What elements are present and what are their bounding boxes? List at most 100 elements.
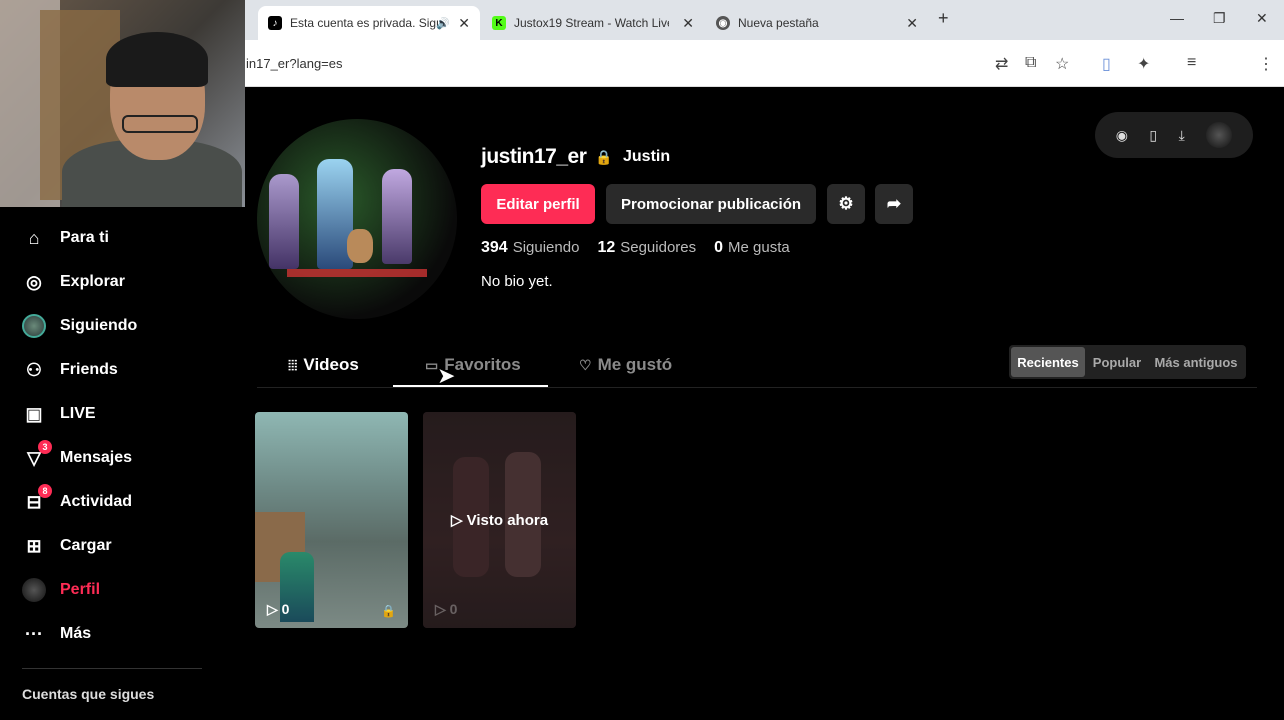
tiktok-coin-icon[interactable]: ◉ — [1116, 127, 1128, 144]
sidebar-item-friends[interactable]: ⚇ Friends — [22, 358, 118, 382]
view-count-value: 0 — [449, 601, 458, 617]
share-icon[interactable]: ➦ — [875, 184, 913, 224]
settings-gear-icon[interactable]: ⚙ — [827, 184, 865, 224]
sidebar-item-label: Cargar — [60, 537, 112, 554]
sidebar-item-siguiendo[interactable]: Siguiendo — [22, 314, 137, 338]
webcam-overlay — [0, 0, 245, 207]
heart-icon: ♡ — [579, 356, 592, 373]
play-icon: ▷ — [267, 601, 282, 617]
close-window-icon[interactable]: ✕ — [1256, 10, 1268, 27]
sidebar-item-label: Explorar — [60, 273, 125, 290]
notification-badge: 8 — [38, 484, 52, 498]
sort-popular[interactable]: Popular — [1089, 347, 1145, 377]
menu-kebab-icon[interactable]: ⋮ — [1258, 54, 1274, 74]
kick-icon: K — [492, 16, 506, 30]
sidebar: ⌂ Para ti ◎ Explorar Siguiendo ⚇ Friends… — [0, 207, 245, 720]
stat-label: Seguidores — [620, 239, 697, 256]
profile-nickname: Justin — [623, 148, 671, 165]
extension-doc-icon[interactable]: ▯ — [1102, 54, 1111, 74]
minimize-icon[interactable]: — — [1170, 10, 1184, 26]
tab-title: Nueva pestaña — [738, 16, 819, 30]
view-count-value: 0 — [281, 601, 290, 617]
profile-avatar-icon — [22, 578, 46, 602]
phone-icon[interactable]: ▯ — [1149, 127, 1157, 144]
tab-title: Esta cuenta es privada. Sigu — [290, 16, 443, 30]
sidebar-item-label: Friends — [60, 361, 118, 378]
lock-icon: 🔒 — [381, 604, 396, 618]
browser-tab-tiktok[interactable]: ♪ Esta cuenta es privada. Sigu 🔊 ✕ — [258, 6, 480, 40]
browser-tab-new[interactable]: ◉ Nueva pestaña ✕ — [706, 6, 928, 40]
stat-label: Siguiendo — [512, 239, 580, 256]
extensions-puzzle-icon[interactable]: ✦ — [1137, 54, 1150, 74]
lock-icon: 🔒 — [595, 149, 613, 165]
chrome-icon: ◉ — [716, 16, 730, 30]
sidebar-item-label: Siguiendo — [60, 317, 138, 334]
compass-icon: ◎ — [26, 271, 42, 292]
close-tab-icon[interactable]: ✕ — [682, 15, 694, 32]
sidebar-item-label: Actividad — [60, 493, 133, 510]
sort-toggle-group: Recientes Popular Más antiguos — [1009, 345, 1246, 379]
view-count: ▷ 0 — [267, 601, 289, 618]
divider — [22, 668, 202, 669]
sidebar-item-mensajes[interactable]: ▽ 3 Mensajes — [22, 440, 133, 470]
stat-following[interactable]: 394 Siguiendo — [481, 239, 579, 257]
sidebar-item-perfil[interactable]: Perfil — [22, 578, 100, 602]
grid-icon: ⦙⦙⦙ — [288, 356, 298, 373]
mouse-cursor-icon: ➤ — [437, 363, 456, 388]
video-thumbnail[interactable]: ▷ 0 🔒 — [255, 412, 408, 628]
following-accounts-heading: Cuentas que sigues — [22, 686, 155, 702]
profile-username: justin17_er — [481, 145, 587, 168]
sidebar-item-actividad[interactable]: ⊟ 8 Actividad — [22, 484, 133, 514]
sort-recientes[interactable]: Recientes — [1011, 347, 1085, 377]
home-icon: ⌂ — [28, 227, 40, 248]
notification-badge: 3 — [38, 440, 52, 454]
profile-avatar[interactable] — [257, 119, 457, 319]
stat-followers[interactable]: 12 Seguidores — [597, 239, 696, 257]
restore-icon[interactable]: ❐ — [1213, 10, 1226, 27]
tab-me-gusto[interactable]: ♡ Me gustó — [579, 355, 672, 375]
mini-avatar-icon[interactable] — [1206, 122, 1233, 148]
sort-mas-antiguos[interactable]: Más antiguos — [1149, 347, 1243, 377]
following-avatar-icon — [22, 314, 46, 338]
watched-overlay: ▷ Visto ahora — [423, 412, 576, 628]
profile-main: justin17_er 🔒 Justin Editar perfil Promo… — [245, 87, 1284, 720]
edit-profile-button[interactable]: Editar perfil — [481, 184, 595, 224]
sidebar-item-cargar[interactable]: ⊞ Cargar — [22, 534, 112, 558]
view-count: ▷ 0 — [435, 601, 458, 617]
promote-post-button[interactable]: Promocionar publicación — [606, 184, 816, 224]
stat-value: 394 — [481, 239, 508, 256]
close-tab-icon[interactable]: ✕ — [906, 15, 918, 32]
sidebar-item-label: Para ti — [60, 229, 109, 246]
video-thumbnail[interactable]: ▷ Visto ahora ▷ 0 — [423, 412, 576, 628]
sidebar-item-live[interactable]: ▣ LIVE — [22, 402, 95, 426]
speaker-icon[interactable]: 🔊 — [436, 17, 450, 30]
tab-label: Favoritos — [444, 355, 521, 374]
tabs-divider — [257, 387, 1257, 388]
floating-toolbar: ◉ ▯ ⤓ — [1095, 112, 1253, 158]
profile-bio: No bio yet. — [481, 273, 553, 290]
download-icon[interactable]: ⤓ — [1179, 127, 1185, 144]
tab-videos[interactable]: ⦙⦙⦙ Videos — [288, 355, 359, 375]
tiktok-icon: ♪ — [268, 16, 282, 30]
stat-value: 0 — [714, 239, 724, 256]
media-controls-icon[interactable]: ≡ — [1187, 54, 1196, 72]
stat-likes: 0 Me gusta — [714, 239, 790, 257]
sidebar-item-explorar[interactable]: ◎ Explorar — [22, 270, 125, 294]
new-tab-button[interactable]: + — [938, 8, 949, 29]
watched-label: Visto ahora — [466, 511, 549, 529]
tab-hover-underline — [393, 385, 548, 387]
friends-icon: ⚇ — [25, 359, 43, 380]
stat-value: 12 — [597, 239, 616, 256]
message-box-icon: ⊟ 8 — [22, 484, 52, 514]
url-field[interactable]: in17_er?lang=es — [246, 56, 343, 71]
sidebar-item-mas[interactable]: ··· Más — [22, 622, 91, 646]
translate-icon[interactable]: ⇄ — [995, 54, 1008, 74]
browser-tab-kick[interactable]: K Justox19 Stream - Watch Live o ✕ — [482, 6, 704, 40]
sidebar-item-label: Más — [60, 625, 92, 642]
live-tv-icon: ▣ — [25, 403, 43, 424]
sidebar-item-para-ti[interactable]: ⌂ Para ti — [22, 226, 109, 250]
bookmark-star-icon[interactable]: ☆ — [1055, 54, 1069, 74]
sidebar-item-label: Mensajes — [60, 449, 133, 466]
install-app-icon[interactable]: ⧉ — [1025, 54, 1036, 72]
close-tab-icon[interactable]: ✕ — [458, 15, 470, 32]
